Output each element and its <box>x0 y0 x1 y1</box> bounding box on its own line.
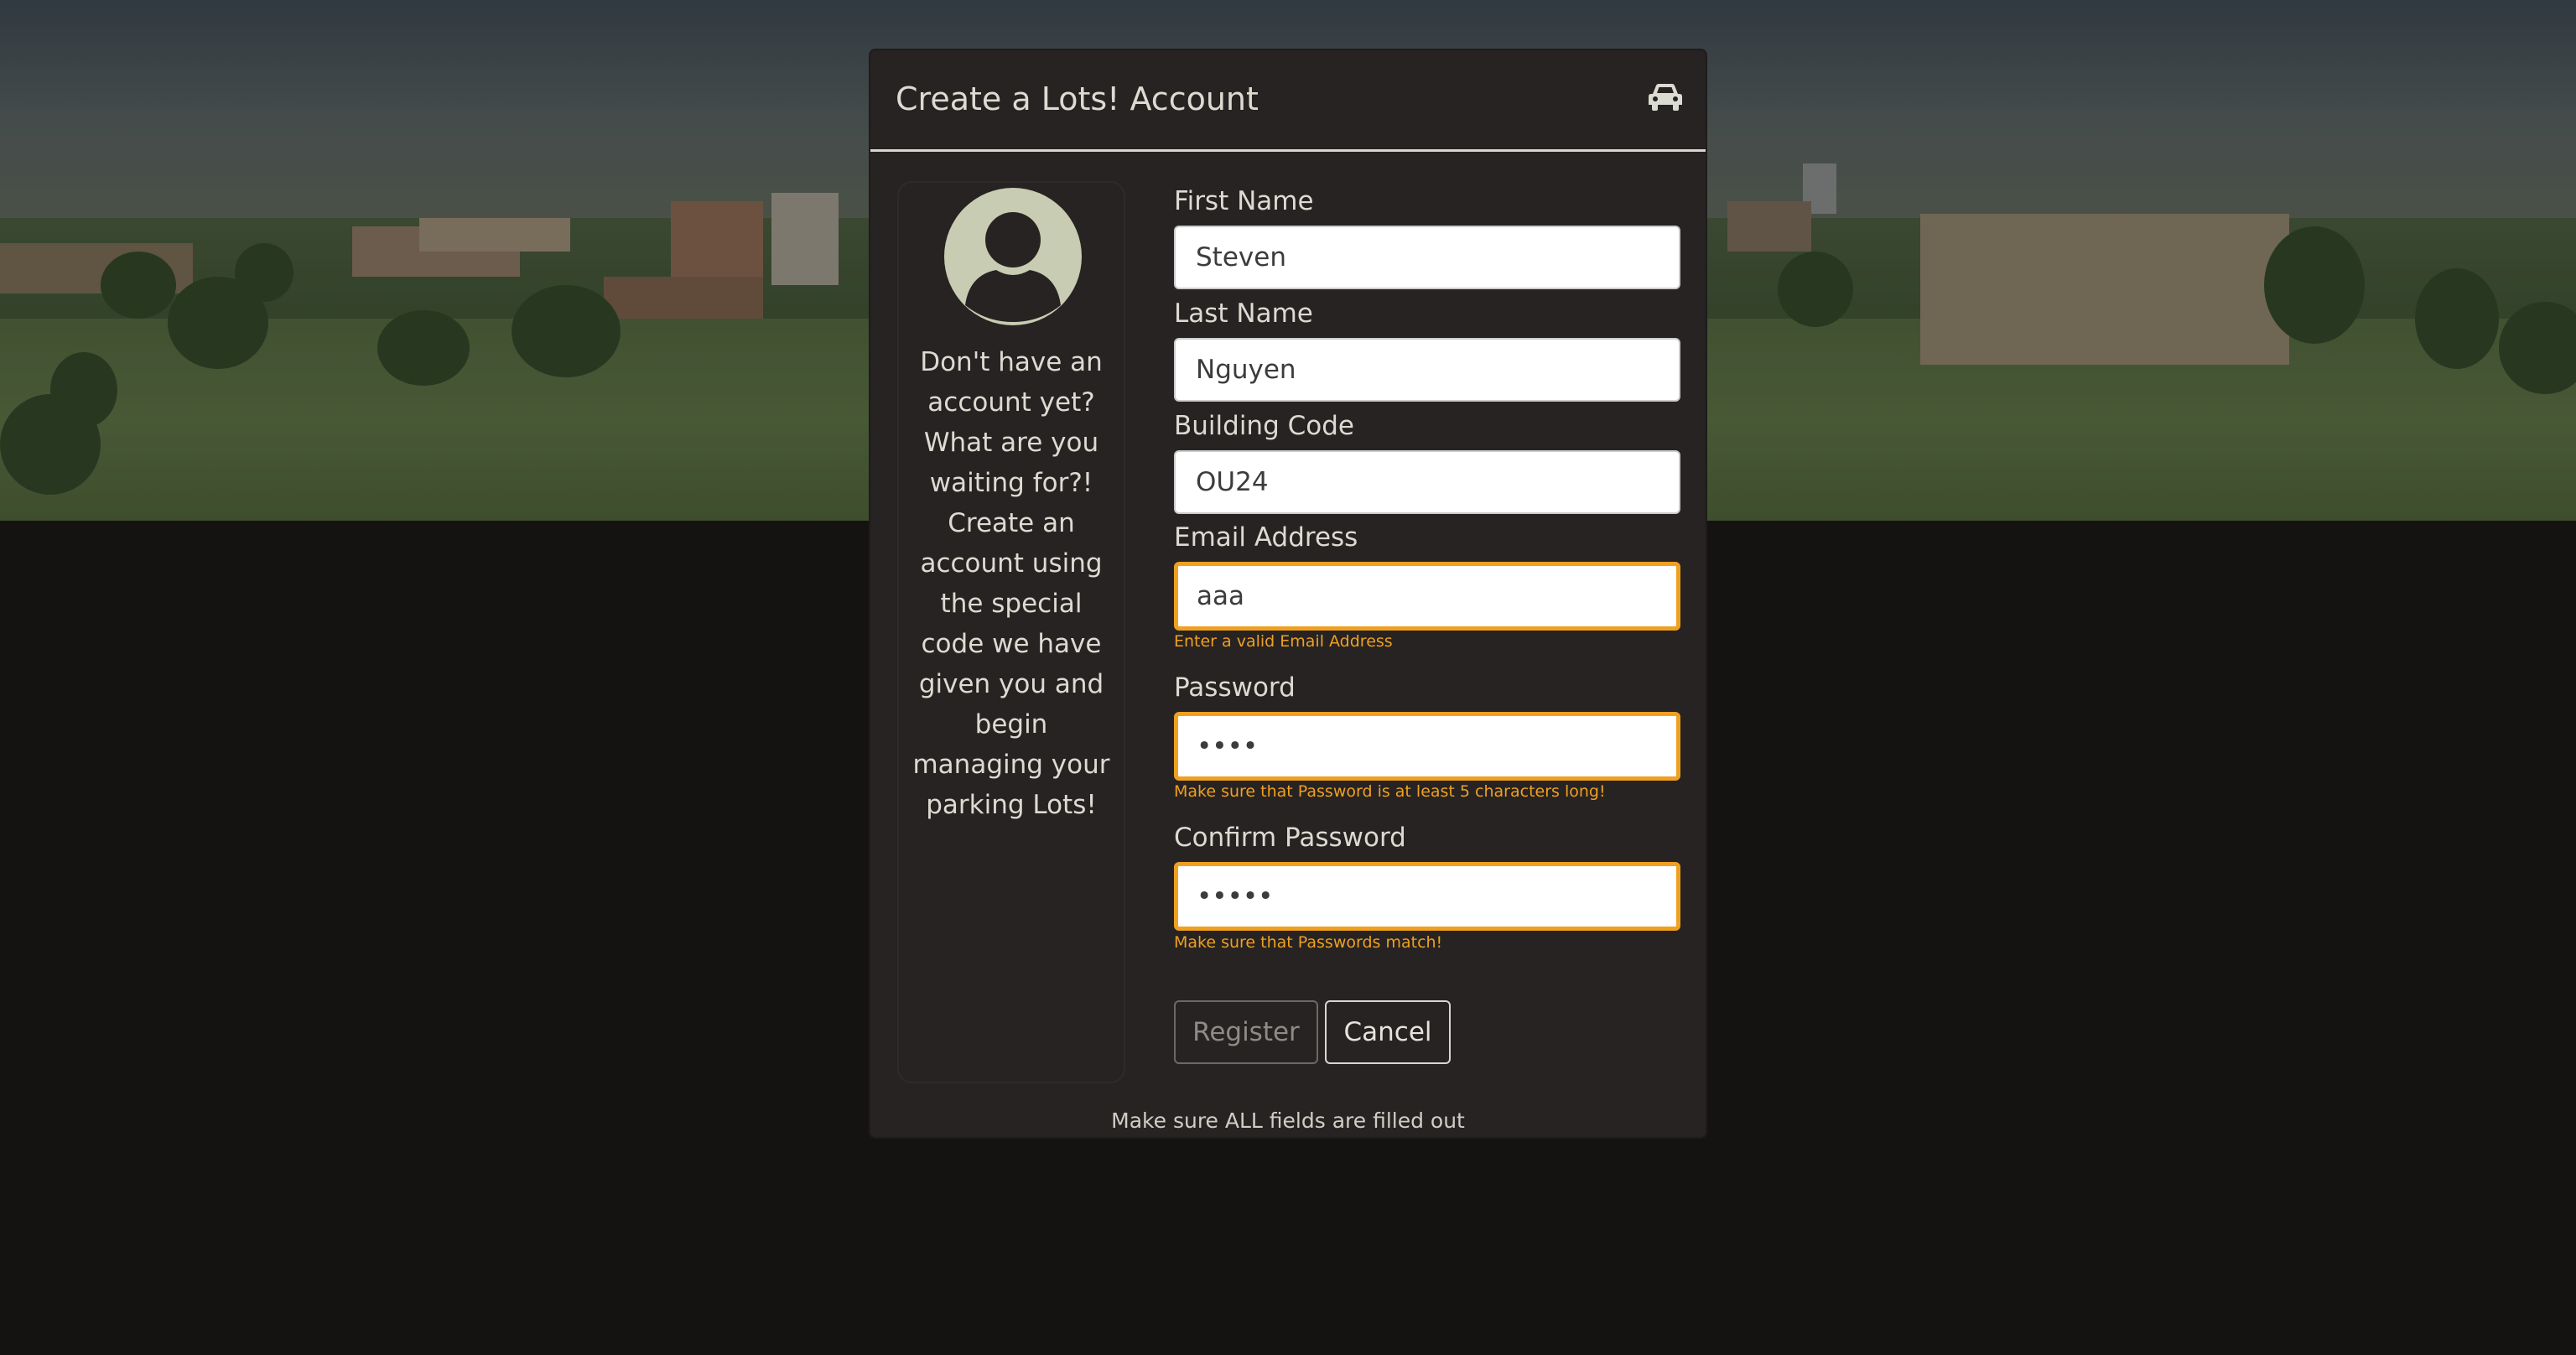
first-name-input[interactable] <box>1174 226 1680 289</box>
modal-header: Create a Lots! Account <box>870 50 1706 152</box>
register-modal: Create a Lots! Account Don't have an acc… <box>870 50 1706 1137</box>
confirm-password-input[interactable] <box>1174 862 1680 931</box>
info-sidebar: Don't have an account yet? What are you … <box>897 181 1125 1083</box>
modal-title: Create a Lots! Account <box>896 80 1259 117</box>
register-button[interactable]: Register <box>1174 1000 1318 1064</box>
confirm-password-error: Make sure that Passwords match! <box>1174 933 1443 952</box>
password-label: Password <box>1174 672 1296 703</box>
password-error: Make sure that Password is at least 5 ch… <box>1174 782 1606 801</box>
building-code-label: Building Code <box>1174 411 1354 441</box>
password-input[interactable] <box>1174 712 1680 781</box>
last-name-input[interactable] <box>1174 338 1680 402</box>
building-code-input[interactable] <box>1174 450 1680 514</box>
confirm-password-label: Confirm Password <box>1174 823 1406 853</box>
car-icon <box>1649 84 1682 111</box>
email-label: Email Address <box>1174 522 1358 553</box>
form-footer-note: Make sure ALL fields are filled out <box>1111 1108 1465 1133</box>
user-avatar-icon <box>944 188 1082 325</box>
email-error: Enter a valid Email Address <box>1174 632 1393 651</box>
cancel-button[interactable]: Cancel <box>1325 1000 1451 1064</box>
email-input[interactable] <box>1174 562 1680 631</box>
first-name-label: First Name <box>1174 186 1314 216</box>
last-name-label: Last Name <box>1174 299 1313 329</box>
sidebar-message: Don't have an account yet? What are you … <box>912 347 1110 820</box>
